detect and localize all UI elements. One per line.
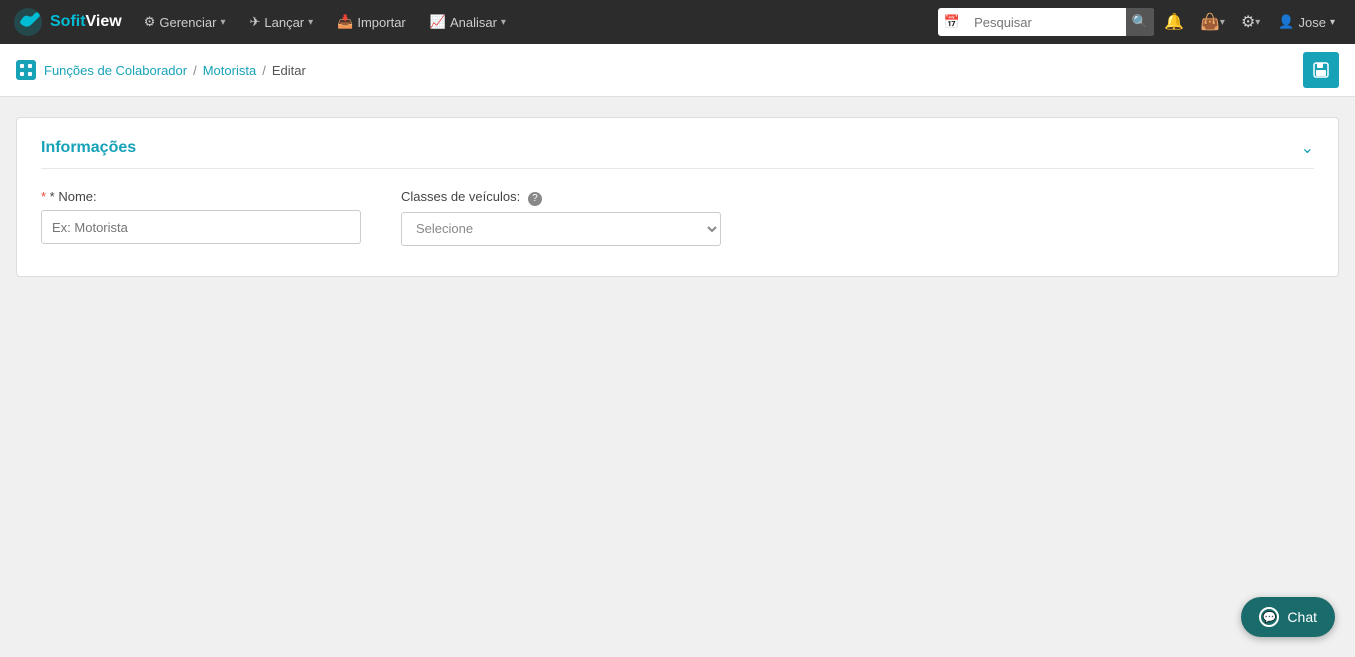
calendar-icon: 📅 — [938, 14, 966, 30]
bell-icon[interactable]: 🔔 — [1158, 12, 1190, 32]
form-group-classes: Classes de veículos: ? Selecione — [401, 189, 721, 246]
breadcrumb-bar: Funções de Colaborador / Motorista / Edi… — [0, 44, 1355, 97]
nav-analisar-label: Analisar — [450, 15, 497, 30]
form-row: * * Nome: Classes de veículos: ? Selecio… — [41, 189, 1314, 246]
nav-lancar-label: Lançar — [264, 15, 304, 30]
breadcrumb-icon — [16, 60, 36, 80]
classes-select[interactable]: Selecione — [401, 212, 721, 246]
search-button[interactable]: 🔍 — [1126, 8, 1154, 36]
help-icon[interactable]: ? — [528, 192, 542, 206]
grid-icon — [19, 63, 33, 77]
collapse-button[interactable]: ⌄ — [1301, 138, 1314, 158]
section-title: Informações — [41, 139, 136, 157]
settings-icon[interactable]: ⚙ ▾ — [1235, 12, 1266, 32]
required-asterisk: * — [41, 189, 50, 204]
chevron-down-icon: ▾ — [220, 17, 225, 28]
main-content: Informações ⌄ * * Nome: Classes de veícu… — [0, 97, 1355, 297]
breadcrumb-sep-1: / — [193, 63, 197, 78]
brand-view-text: View — [86, 13, 122, 31]
chat-icon: 💬 — [1259, 607, 1279, 627]
brand-icon — [12, 6, 44, 38]
chevron-down-icon-4: ▾ — [1220, 17, 1225, 28]
import-icon: 📥 — [337, 14, 353, 30]
search-input[interactable] — [966, 8, 1126, 36]
launch-icon: ✈ — [249, 14, 260, 30]
section-header: Informações ⌄ — [41, 138, 1314, 169]
nav-importar-label: Importar — [357, 15, 405, 30]
save-icon — [1312, 61, 1330, 79]
user-menu[interactable]: 👤 Jose ▾ — [1270, 14, 1343, 30]
chat-label: Chat — [1287, 609, 1317, 625]
form-card: Informações ⌄ * * Nome: Classes de veícu… — [16, 117, 1339, 277]
breadcrumb-link-funcoes[interactable]: Funções de Colaborador — [44, 63, 187, 78]
brand-logo-area: Sofit View — [12, 6, 122, 38]
breadcrumb-current: Editar — [272, 63, 306, 78]
navbar: Sofit View ⚙ Gerenciar ▾ ✈ Lançar ▾ 📥 Im… — [0, 0, 1355, 44]
save-button[interactable] — [1303, 52, 1339, 88]
gear-icon: ⚙ — [144, 14, 156, 30]
brand-sofit-text: Sofit — [50, 13, 86, 31]
bag-icon[interactable]: 👜 ▾ — [1194, 12, 1231, 32]
navbar-right: 📅 🔍 🔔 👜 ▾ ⚙ ▾ 👤 Jose ▾ — [938, 8, 1343, 36]
chevron-down-icon-3: ▾ — [501, 17, 506, 28]
user-icon: 👤 — [1278, 14, 1294, 30]
nav-gerenciar-label: Gerenciar — [159, 15, 216, 30]
chat-button[interactable]: 💬 Chat — [1241, 597, 1335, 637]
form-group-nome: * * Nome: — [41, 189, 361, 244]
classes-label-text: Classes de veículos: — [401, 189, 520, 204]
chart-icon: 📈 — [430, 14, 446, 30]
chevron-down-icon-6: ▾ — [1330, 17, 1335, 28]
user-name-label: Jose — [1299, 15, 1326, 30]
nav-lancar[interactable]: ✈ Lançar ▾ — [239, 0, 323, 44]
nav-analisar[interactable]: 📈 Analisar ▾ — [420, 0, 516, 44]
nav-gerenciar[interactable]: ⚙ Gerenciar ▾ — [134, 0, 236, 44]
nome-label-text: * Nome: — [50, 189, 97, 204]
nome-input[interactable] — [41, 210, 361, 244]
nav-importar[interactable]: 📥 Importar — [327, 0, 416, 44]
breadcrumb-sep-2: / — [262, 63, 266, 78]
search-box: 📅 🔍 — [938, 8, 1154, 36]
classes-label: Classes de veículos: ? — [401, 189, 721, 206]
chevron-down-icon-5: ▾ — [1255, 17, 1260, 28]
chevron-down-icon-2: ▾ — [308, 17, 313, 28]
breadcrumb-link-motorista[interactable]: Motorista — [203, 63, 256, 78]
nome-label: * * Nome: — [41, 189, 361, 204]
